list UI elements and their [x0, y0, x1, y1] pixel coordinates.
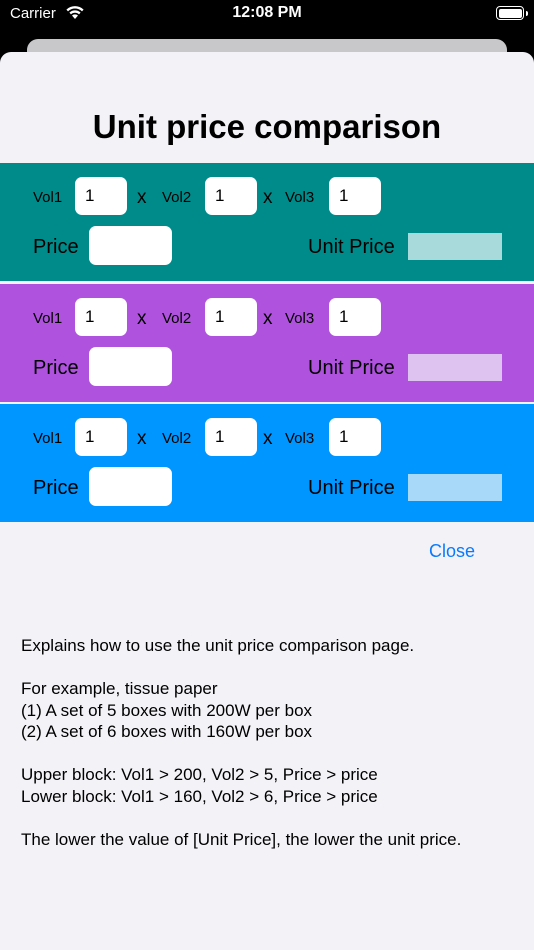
multiply-sign: x — [263, 308, 273, 329]
price-label: Price — [33, 357, 79, 379]
battery-level — [498, 8, 522, 18]
vol2-label: Vol2 — [162, 310, 192, 327]
help-conclusion: The lower the value of [Unit Price], the… — [21, 829, 462, 849]
help-intro: Explains how to use the unit price compa… — [21, 636, 415, 655]
vol2-input[interactable]: 1 — [205, 298, 257, 336]
help-upper-block: Upper block: Vol1 > 200, Vol2 > 5, Price… — [21, 765, 378, 784]
vol3-label: Vol3 — [285, 310, 315, 327]
close-button[interactable]: Close — [429, 541, 475, 562]
unit-price-value — [408, 474, 502, 501]
price-label: Price — [33, 477, 79, 499]
vol1-label: Vol1 — [33, 310, 63, 327]
vol1-input[interactable]: 1 — [75, 418, 127, 456]
unit-price-value — [408, 233, 502, 260]
help-example-heading: For example, tissue paper — [21, 679, 218, 698]
vol2-label: Vol2 — [162, 430, 192, 447]
screen: Carrier 12:08 PM Unit price comparison V… — [0, 0, 534, 950]
vol3-input[interactable]: 1 — [329, 298, 381, 336]
help-text: Explains how to use the unit price compa… — [21, 635, 526, 850]
vol3-input[interactable]: 1 — [329, 418, 381, 456]
vol1-label: Vol1 — [33, 189, 63, 206]
battery-tip — [525, 10, 528, 16]
help-lower-block: Lower block: Vol1 > 160, Vol2 > 6, Price… — [21, 786, 378, 806]
unit-price-value — [408, 354, 502, 381]
clock: 12:08 PM — [232, 4, 302, 21]
multiply-sign: x — [263, 187, 273, 208]
comparison-block-1: Vol1 1 x Vol2 1 x Vol3 1 Price Unit Pric… — [0, 163, 534, 281]
vol1-label: Vol1 — [33, 430, 63, 447]
unit-price-label: Unit Price — [308, 236, 395, 258]
price-input[interactable] — [89, 226, 172, 265]
multiply-sign: x — [137, 428, 147, 449]
modal-sheet: Unit price comparison Vol1 1 x Vol2 1 x … — [0, 52, 534, 950]
unit-price-label: Unit Price — [308, 357, 395, 379]
vol2-label: Vol2 — [162, 189, 192, 206]
status-bar: Carrier 12:08 PM — [0, 0, 534, 30]
multiply-sign: x — [263, 428, 273, 449]
comparison-block-2: Vol1 1 x Vol2 1 x Vol3 1 Price Unit Pric… — [0, 284, 534, 402]
help-example-2: (2) A set of 6 boxes with 160W per box — [21, 722, 313, 741]
comparison-block-3: Vol1 1 x Vol2 1 x Vol3 1 Price Unit Pric… — [0, 404, 534, 522]
page-title: Unit price comparison — [92, 108, 442, 145]
vol3-input[interactable]: 1 — [329, 177, 381, 215]
price-input[interactable] — [89, 467, 172, 506]
help-example-1: (1) A set of 5 boxes with 200W per box — [21, 700, 313, 720]
vol2-input[interactable]: 1 — [205, 418, 257, 456]
price-input[interactable] — [89, 347, 172, 386]
multiply-sign: x — [137, 308, 147, 329]
vol2-input[interactable]: 1 — [205, 177, 257, 215]
multiply-sign: x — [137, 187, 147, 208]
battery-icon — [496, 6, 528, 20]
vol1-input[interactable]: 1 — [75, 298, 127, 336]
vol3-label: Vol3 — [285, 189, 315, 206]
vol3-label: Vol3 — [285, 430, 315, 447]
unit-price-label: Unit Price — [308, 477, 395, 499]
price-label: Price — [33, 236, 79, 258]
vol1-input[interactable]: 1 — [75, 177, 127, 215]
